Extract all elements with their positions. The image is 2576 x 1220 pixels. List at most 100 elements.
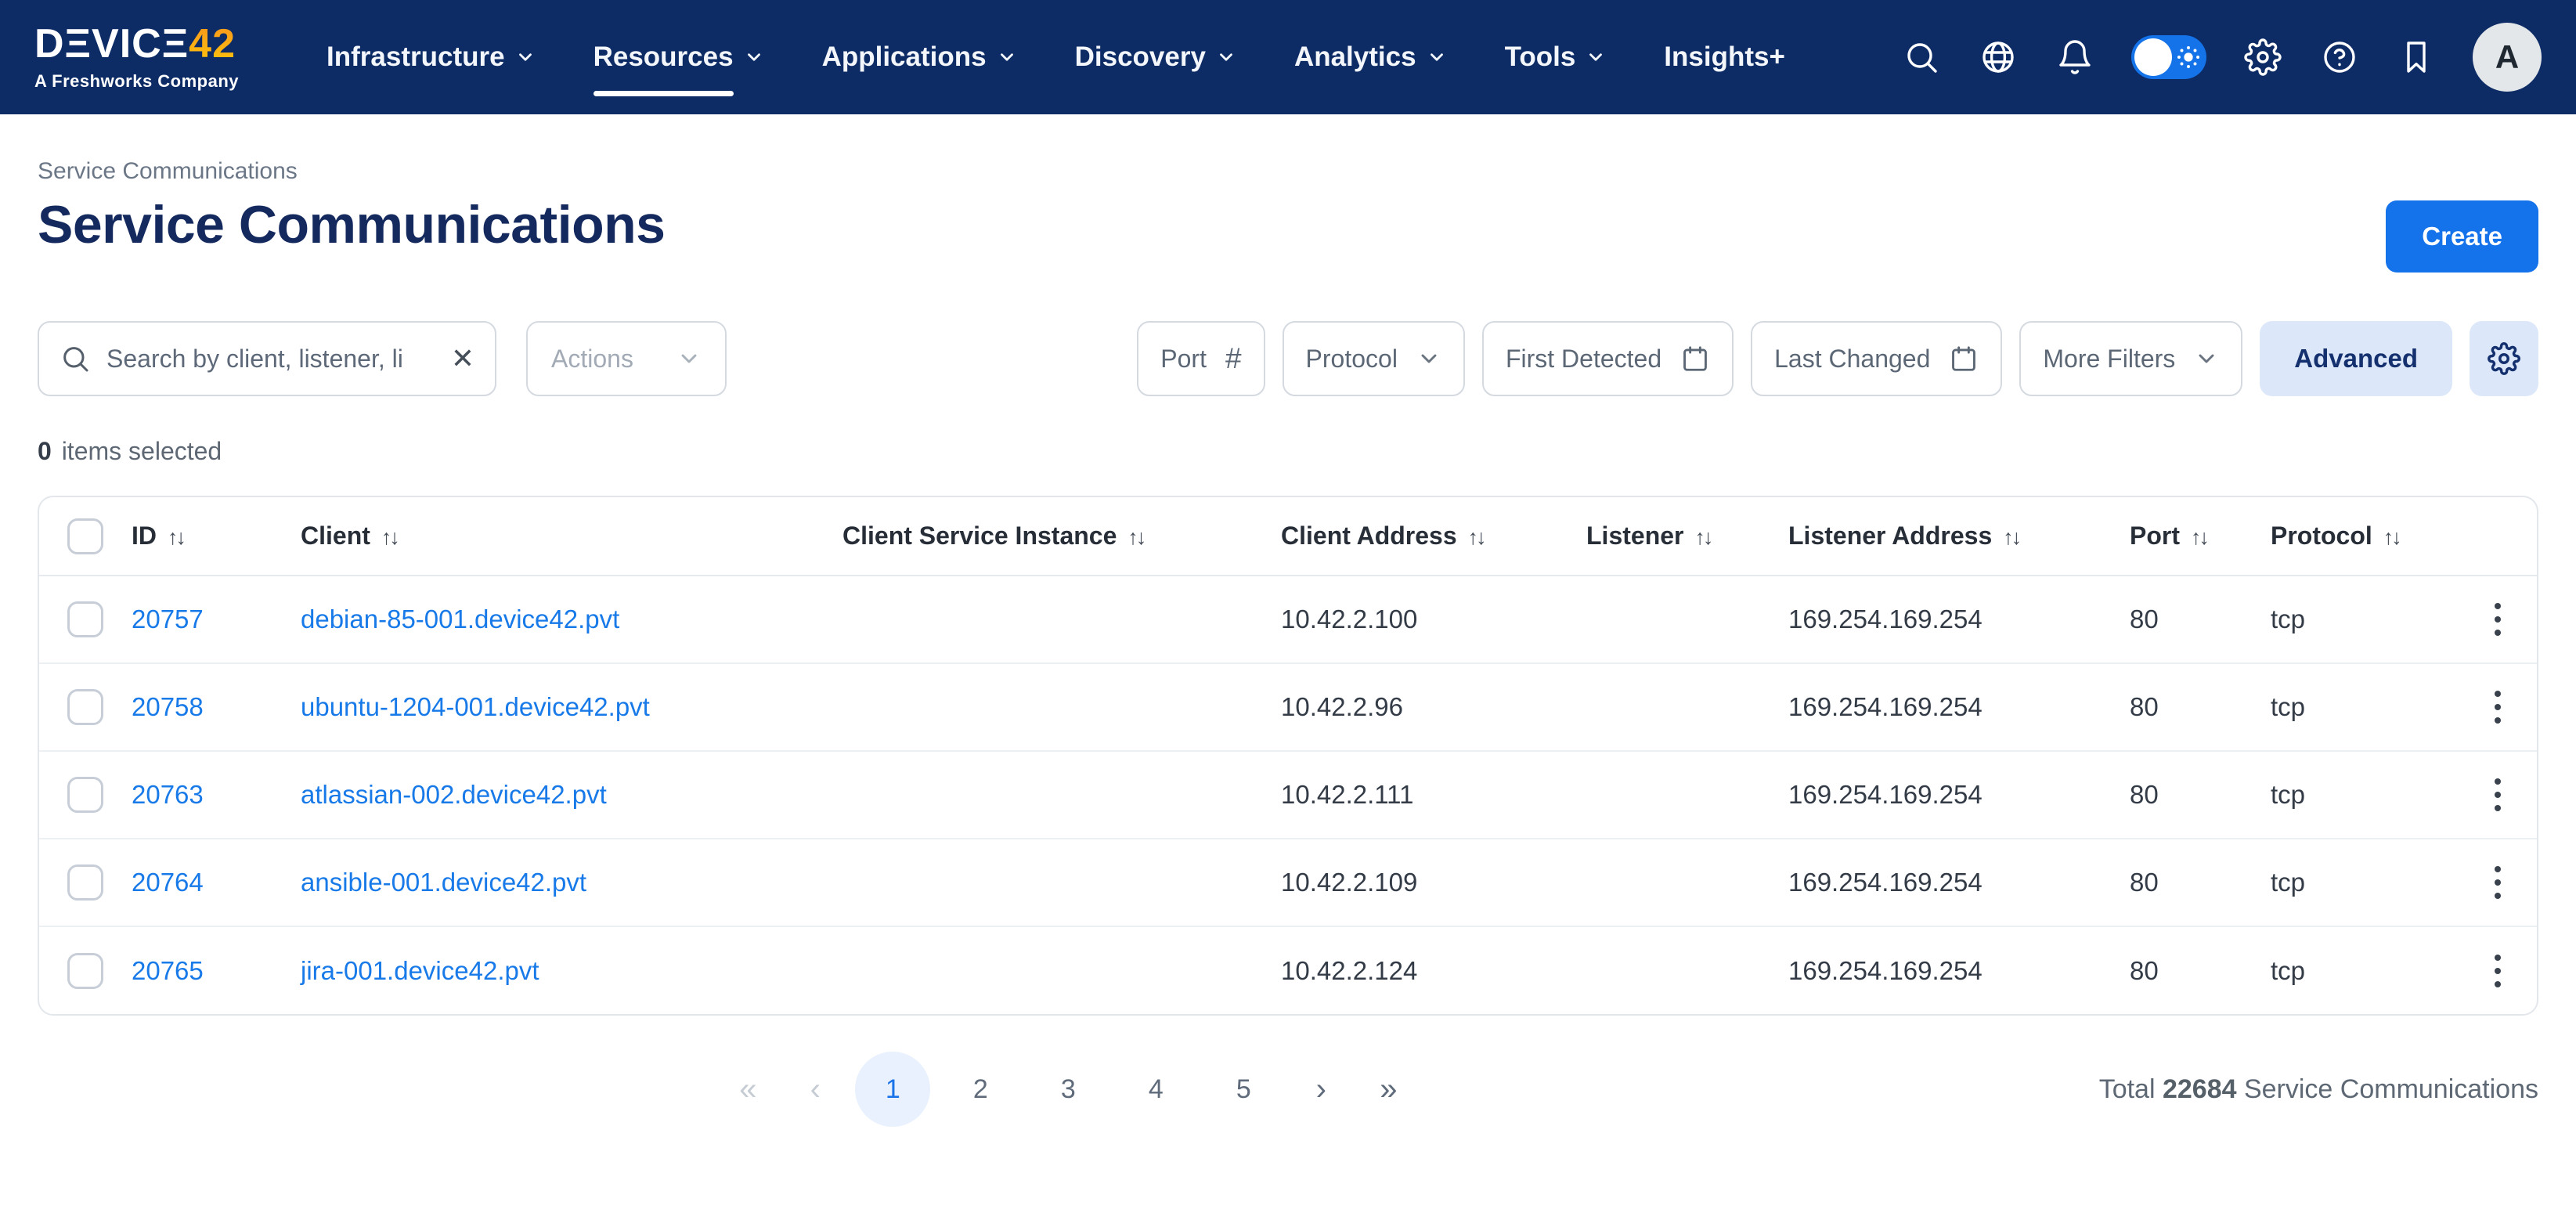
nav-item-applications[interactable]: Applications: [822, 42, 1017, 73]
bookmark-icon[interactable]: [2396, 37, 2437, 78]
chevron-down-icon: [515, 47, 536, 67]
next-page-icon[interactable]: ›: [1293, 1052, 1348, 1127]
nav-item-infrastructure[interactable]: Infrastructure: [327, 42, 536, 73]
row-actions-kebab-icon[interactable]: [2480, 598, 2515, 641]
sort-icon[interactable]: ↑↓: [1694, 525, 1711, 550]
column-header-port: Port↑↓: [2130, 497, 2271, 576]
id-link[interactable]: 20763: [132, 780, 204, 809]
calendar-icon: [1680, 344, 1710, 374]
client-link[interactable]: debian-85-001.device42.pvt: [301, 605, 619, 633]
help-icon[interactable]: [2319, 37, 2360, 78]
filter-first-detected[interactable]: First Detected: [1482, 321, 1734, 396]
table-row: 20757 debian-85-001.device42.pvt 10.42.2…: [39, 576, 2537, 663]
id-link[interactable]: 20758: [132, 692, 204, 721]
sort-icon[interactable]: ↑↓: [381, 525, 398, 550]
client-link[interactable]: ubuntu-1204-001.device42.pvt: [301, 692, 650, 721]
id-link[interactable]: 20765: [132, 956, 204, 985]
main-content: Service Communications Service Communica…: [0, 158, 2576, 1127]
first-page-icon[interactable]: «: [720, 1052, 775, 1127]
sort-icon[interactable]: ↑↓: [2003, 525, 2019, 550]
bell-icon[interactable]: [2055, 37, 2095, 78]
filter-last-changed[interactable]: Last Changed: [1751, 321, 2002, 396]
row-checkbox[interactable]: [67, 953, 103, 989]
listener-address-cell: 169.254.169.254: [1788, 751, 2130, 839]
theme-toggle[interactable]: [2131, 35, 2206, 79]
client-service-instance-cell: [842, 576, 1281, 663]
breadcrumb[interactable]: Service Communications: [38, 158, 2538, 185]
sort-icon[interactable]: ↑↓: [2191, 525, 2207, 550]
filter-more-filters[interactable]: More Filters: [2019, 321, 2242, 396]
table-settings-button[interactable]: [2470, 321, 2538, 396]
nav-item-tools[interactable]: Tools: [1505, 42, 1607, 73]
chevron-down-icon: [1427, 47, 1447, 67]
row-checkbox[interactable]: [67, 777, 103, 813]
user-avatar[interactable]: A: [2473, 23, 2542, 92]
page-button-5[interactable]: 5: [1206, 1052, 1281, 1127]
sort-icon[interactable]: ↑↓: [2383, 525, 2400, 550]
client-link[interactable]: jira-001.device42.pvt: [301, 956, 539, 985]
device42-logo[interactable]: DΞVICΞ42 A Freshworks Company: [34, 23, 239, 92]
table-footer: « ‹ 1 2 3 4 5 › » Total 22684 Service Co…: [38, 1052, 2538, 1127]
filter-port[interactable]: Port #: [1137, 321, 1265, 396]
nav-item-discovery[interactable]: Discovery: [1075, 42, 1236, 73]
listener-cell: [1586, 751, 1788, 839]
listener-address-cell: 169.254.169.254: [1788, 926, 2130, 1014]
chevron-down-icon: [997, 47, 1017, 67]
client-link[interactable]: atlassian-002.device42.pvt: [301, 780, 607, 809]
nav-item-analytics[interactable]: Analytics: [1294, 42, 1447, 73]
sort-icon[interactable]: ↑↓: [1127, 525, 1144, 550]
id-link[interactable]: 20757: [132, 605, 204, 633]
toolbar: ✕ Actions Port # Protocol First Detected…: [38, 321, 2538, 396]
nav-item-insights-plus[interactable]: Insights+: [1664, 42, 1785, 73]
chevron-down-icon: [676, 346, 702, 371]
logo-wordmark: DΞVICΞ42: [34, 23, 236, 64]
clear-search-icon[interactable]: ✕: [451, 345, 474, 373]
protocol-cell: tcp: [2271, 576, 2459, 663]
client-address-cell: 10.42.2.124: [1281, 926, 1586, 1014]
listener-cell: [1586, 663, 1788, 751]
sort-icon[interactable]: ↑↓: [1468, 525, 1485, 550]
client-link[interactable]: ansible-001.device42.pvt: [301, 868, 586, 897]
column-header-listener: Listener↑↓: [1586, 497, 1788, 576]
row-checkbox[interactable]: [67, 689, 103, 725]
title-row: Service Communications Create: [38, 197, 2538, 273]
column-header-protocol: Protocol↑↓: [2271, 497, 2459, 576]
search-icon[interactable]: [1901, 37, 1942, 78]
page-button-1[interactable]: 1: [855, 1052, 930, 1127]
pagination: « ‹ 1 2 3 4 5 › »: [720, 1052, 1416, 1127]
page-button-3[interactable]: 3: [1030, 1052, 1106, 1127]
page-button-4[interactable]: 4: [1118, 1052, 1193, 1127]
row-actions-kebab-icon[interactable]: [2480, 774, 2515, 816]
id-link[interactable]: 20764: [132, 868, 204, 897]
column-header-listener-address: Listener Address↑↓: [1788, 497, 2130, 576]
logo-subtitle: A Freshworks Company: [34, 71, 239, 92]
select-all-checkbox[interactable]: [67, 518, 103, 554]
row-checkbox[interactable]: [67, 864, 103, 901]
sort-icon[interactable]: ↑↓: [168, 525, 184, 550]
page-button-2[interactable]: 2: [943, 1052, 1018, 1127]
search-input[interactable]: [105, 344, 437, 374]
logo-42-accent: 42: [189, 21, 236, 67]
client-service-instance-cell: [842, 663, 1281, 751]
nav-item-resources[interactable]: Resources: [593, 42, 764, 73]
row-actions-kebab-icon[interactable]: [2480, 686, 2515, 728]
globe-icon[interactable]: [1978, 37, 2019, 78]
client-address-cell: 10.42.2.109: [1281, 839, 1586, 926]
row-actions-kebab-icon[interactable]: [2480, 950, 2515, 992]
search-box: ✕: [38, 321, 496, 396]
gear-icon[interactable]: [2242, 37, 2283, 78]
create-button[interactable]: Create: [2386, 200, 2538, 273]
previous-page-icon[interactable]: ‹: [788, 1052, 842, 1127]
primary-nav: Infrastructure Resources Applications Di…: [327, 42, 1785, 73]
last-page-icon[interactable]: »: [1361, 1052, 1416, 1127]
row-checkbox[interactable]: [67, 601, 103, 637]
gear-icon: [2488, 342, 2520, 375]
advanced-filter-button[interactable]: Advanced: [2260, 321, 2452, 396]
selection-status: 0 items selected: [38, 437, 2538, 466]
protocol-cell: tcp: [2271, 751, 2459, 839]
row-actions-kebab-icon[interactable]: [2480, 861, 2515, 904]
actions-dropdown[interactable]: Actions: [526, 321, 727, 396]
navbar-actions: A: [1901, 23, 2542, 92]
filter-protocol[interactable]: Protocol: [1283, 321, 1465, 396]
client-address-cell: 10.42.2.96: [1281, 663, 1586, 751]
